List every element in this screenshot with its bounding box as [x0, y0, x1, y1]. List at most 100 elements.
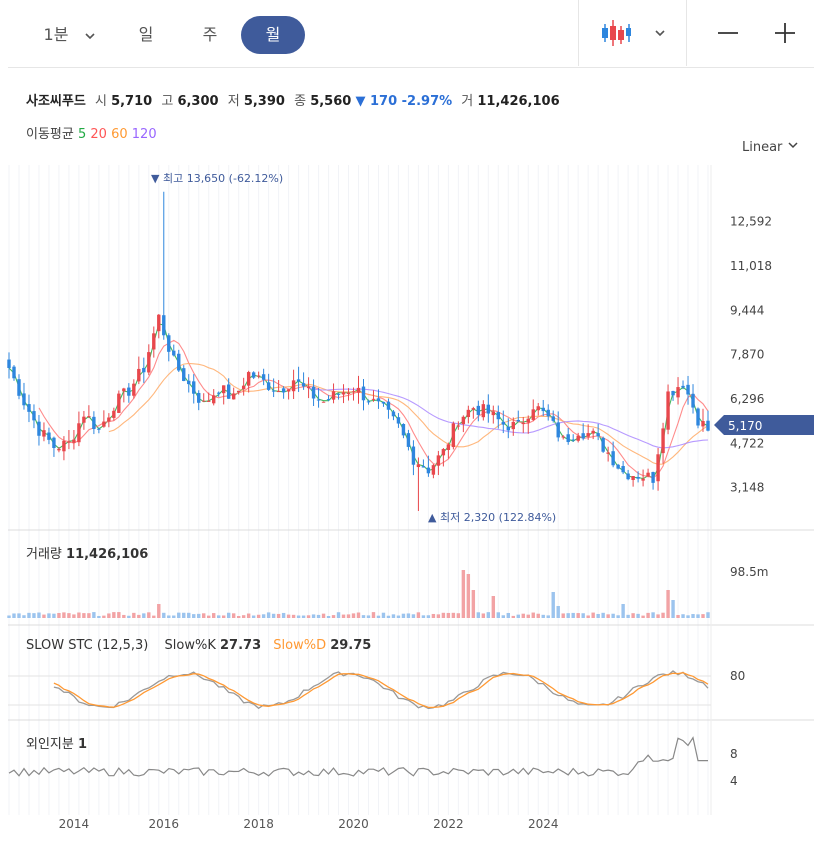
candle-body [341, 392, 346, 395]
volume-bar [676, 614, 680, 618]
y-tick-label: 3,148 [730, 481, 764, 495]
volume-bar [172, 615, 176, 618]
x-tick-label: 2024 [528, 817, 559, 831]
candle-body [426, 467, 431, 474]
volume-bar [72, 614, 76, 618]
candle-body [691, 393, 695, 408]
candle-body [646, 472, 650, 477]
candle-body [251, 372, 256, 378]
volume-bar [361, 615, 366, 618]
candle-body [506, 426, 510, 431]
volume-bar [207, 615, 211, 618]
candle-body [212, 395, 216, 404]
volume-bar [456, 613, 461, 618]
volume-bar [486, 612, 491, 618]
low-annotation: ▲ 최저 2,320 (122.84%) [428, 511, 556, 524]
candle-body [636, 477, 640, 479]
candle-body [616, 464, 620, 469]
candle-body [117, 393, 121, 413]
candle-body [571, 439, 575, 441]
volume-bar [631, 613, 635, 618]
volume-bar [661, 612, 665, 618]
candle-body [531, 409, 535, 420]
volume-bar [466, 574, 471, 618]
volume-bar [356, 612, 361, 618]
volume-bar [326, 615, 331, 618]
volume-bar [666, 590, 670, 618]
volume-bar [426, 615, 431, 618]
volume-bar [147, 612, 151, 618]
volume-bar [226, 612, 231, 618]
volume-bar [22, 615, 26, 618]
candle-body [556, 422, 560, 438]
candle-body [331, 391, 336, 400]
volume-bar [501, 615, 505, 618]
candle-body [326, 399, 331, 401]
candle-body [666, 391, 670, 430]
candle-body [37, 421, 41, 436]
candle-body [72, 439, 76, 443]
volume-bar [256, 614, 261, 618]
volume-bar [436, 614, 441, 618]
volume-bar [481, 613, 486, 618]
candle-body [446, 444, 451, 450]
volume-bar [321, 613, 326, 618]
volume-bar [157, 604, 161, 618]
volume-bar [371, 612, 376, 618]
candle-body [107, 417, 111, 422]
candle-body [122, 388, 126, 392]
volume-bar [107, 613, 111, 618]
candle-body [92, 416, 96, 430]
candle-body [366, 401, 371, 403]
y-tick-label: 7,870 [730, 348, 764, 362]
candle-body [361, 386, 366, 401]
volume-bar [346, 614, 351, 618]
volume-bar [546, 615, 550, 618]
candle-body [591, 430, 595, 434]
current-price-tag: 5,170 [714, 415, 814, 435]
volume-bar [27, 612, 31, 618]
volume-bar [236, 615, 241, 618]
candle-body [62, 440, 66, 452]
candle-body [162, 315, 166, 336]
candle-body [586, 433, 590, 437]
candle-body [152, 333, 156, 350]
candle-body [97, 428, 101, 430]
candle-body [256, 375, 261, 377]
volume-bar [431, 613, 436, 618]
price-chart[interactable]: 98.5m 80 8 4 12,592 11,018 9,444 7,870 6,296 4… [0, 0, 835, 860]
candle-body [601, 437, 605, 452]
volume-bar [606, 614, 610, 618]
volume-bar [556, 606, 560, 618]
high-annotation: ▼ 최고 13,650 (-62.12%) [151, 172, 283, 185]
candle-body [676, 387, 680, 398]
volume-bar [551, 592, 555, 618]
volume-bar [561, 613, 565, 618]
volume-bar [491, 596, 496, 618]
candle-body [596, 433, 600, 437]
candle-body [351, 391, 356, 393]
volume-bar [311, 614, 316, 618]
candle-body [236, 390, 241, 393]
volume-bar [341, 614, 346, 618]
volume-bar [127, 615, 131, 618]
volume-bar [601, 612, 605, 618]
volume-bar [177, 612, 181, 618]
volume-bar [626, 614, 630, 618]
volume-bar [137, 614, 141, 618]
candle-body [187, 380, 191, 385]
volume-bar [401, 613, 406, 618]
volume-bar [641, 615, 645, 618]
candle-body [137, 368, 141, 382]
candle-body [471, 408, 476, 410]
volume-bar [621, 604, 625, 618]
candle-body [381, 401, 386, 404]
volume-bar [12, 613, 16, 618]
volume-bar [122, 614, 126, 618]
volume-bar [202, 613, 206, 618]
candle-body [281, 388, 286, 393]
volume-bar [246, 613, 251, 618]
stochastic-label: SLOW STC (12,5,3) Slow%K 27.73 Slow%D 29… [26, 638, 372, 653]
volume-bar [47, 613, 51, 618]
volume-bar [77, 612, 81, 618]
